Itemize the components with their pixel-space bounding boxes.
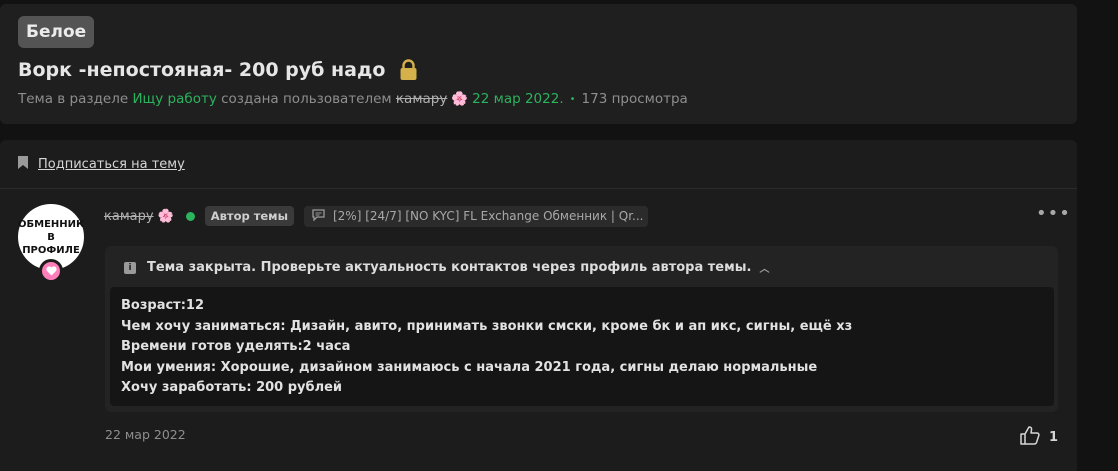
heart-badge-icon — [39, 259, 63, 283]
notice-header[interactable]: i Тема закрыта. Проверьте актуальность к… — [124, 260, 769, 275]
more-icon[interactable]: ••• — [1036, 203, 1071, 224]
thread-title: Ворк -непостояная- 200 руб надо — [18, 59, 418, 81]
info-icon: i — [124, 261, 136, 274]
avatar-text-line2: В ПРОФИЛЕ — [22, 231, 80, 256]
meta-created-by: создана пользователем — [221, 91, 392, 107]
thread-date[interactable]: 22 мар 2022. — [472, 91, 563, 107]
chat-icon — [312, 208, 325, 224]
post-line: Чем хочу заниматься: Дизайн, авито, прин… — [121, 318, 853, 334]
thread-title-text: Ворк -непостояная- 200 руб надо — [18, 59, 386, 81]
online-indicator — [185, 211, 195, 221]
signature-text: [2%] [24/7] [NO KYC] FL Exchange Обменни… — [332, 209, 644, 223]
signature-tag[interactable]: [2%] [24/7] [NO KYC] FL Exchange Обменни… — [303, 205, 648, 227]
separator-dot: • — [569, 93, 576, 105]
like-button[interactable]: 1 — [1020, 426, 1058, 449]
flower-icon: 🌸 — [157, 208, 174, 224]
thread-prefix-badge[interactable]: Белое — [18, 16, 95, 48]
section-link[interactable]: Ищу работу — [132, 91, 216, 107]
bookmark-icon — [18, 156, 28, 173]
post-body: Возраст:12 Чем хочу заниматься: Дизайн, … — [110, 287, 1054, 406]
flower-icon: 🌸 — [451, 91, 469, 107]
post-line: Возраст:12 — [121, 298, 205, 313]
author-badge: Автор темы — [204, 206, 294, 226]
subscribe-label[interactable]: Подписаться на тему — [38, 157, 185, 172]
post-line: Хочу заработать: 200 рублей — [121, 380, 343, 396]
post-line: Мои умения: Хорошие, дизайном занимаюсь … — [121, 359, 818, 375]
like-count: 1 — [1049, 430, 1059, 445]
thumbs-up-icon — [1020, 426, 1040, 449]
post-username[interactable]: камару — [104, 209, 154, 224]
subscribe-button[interactable]: Подписаться на тему — [18, 156, 185, 173]
notice-text: Тема закрыта. Проверьте актуальность кон… — [147, 260, 752, 275]
meta-section-prefix: Тема в разделе — [18, 91, 129, 107]
post-user-row: камару 🌸 Автор темы [2%] [24/7] [NO KYC]… — [104, 205, 648, 227]
avatar-text-line1: ОБМЕННИК — [18, 218, 85, 230]
chevron-up-icon[interactable]: ︿ — [759, 260, 769, 275]
lock-icon — [399, 59, 418, 81]
view-count: 173 просмотра — [581, 91, 688, 107]
author-link[interactable]: камару — [396, 91, 447, 107]
post-date[interactable]: 22 мар 2022 — [105, 427, 186, 442]
divider — [0, 188, 1077, 189]
thread-meta: Тема в разделе Ищу работу создана пользо… — [18, 91, 688, 107]
post-line: Времени готов уделять:2 часа — [121, 339, 351, 355]
